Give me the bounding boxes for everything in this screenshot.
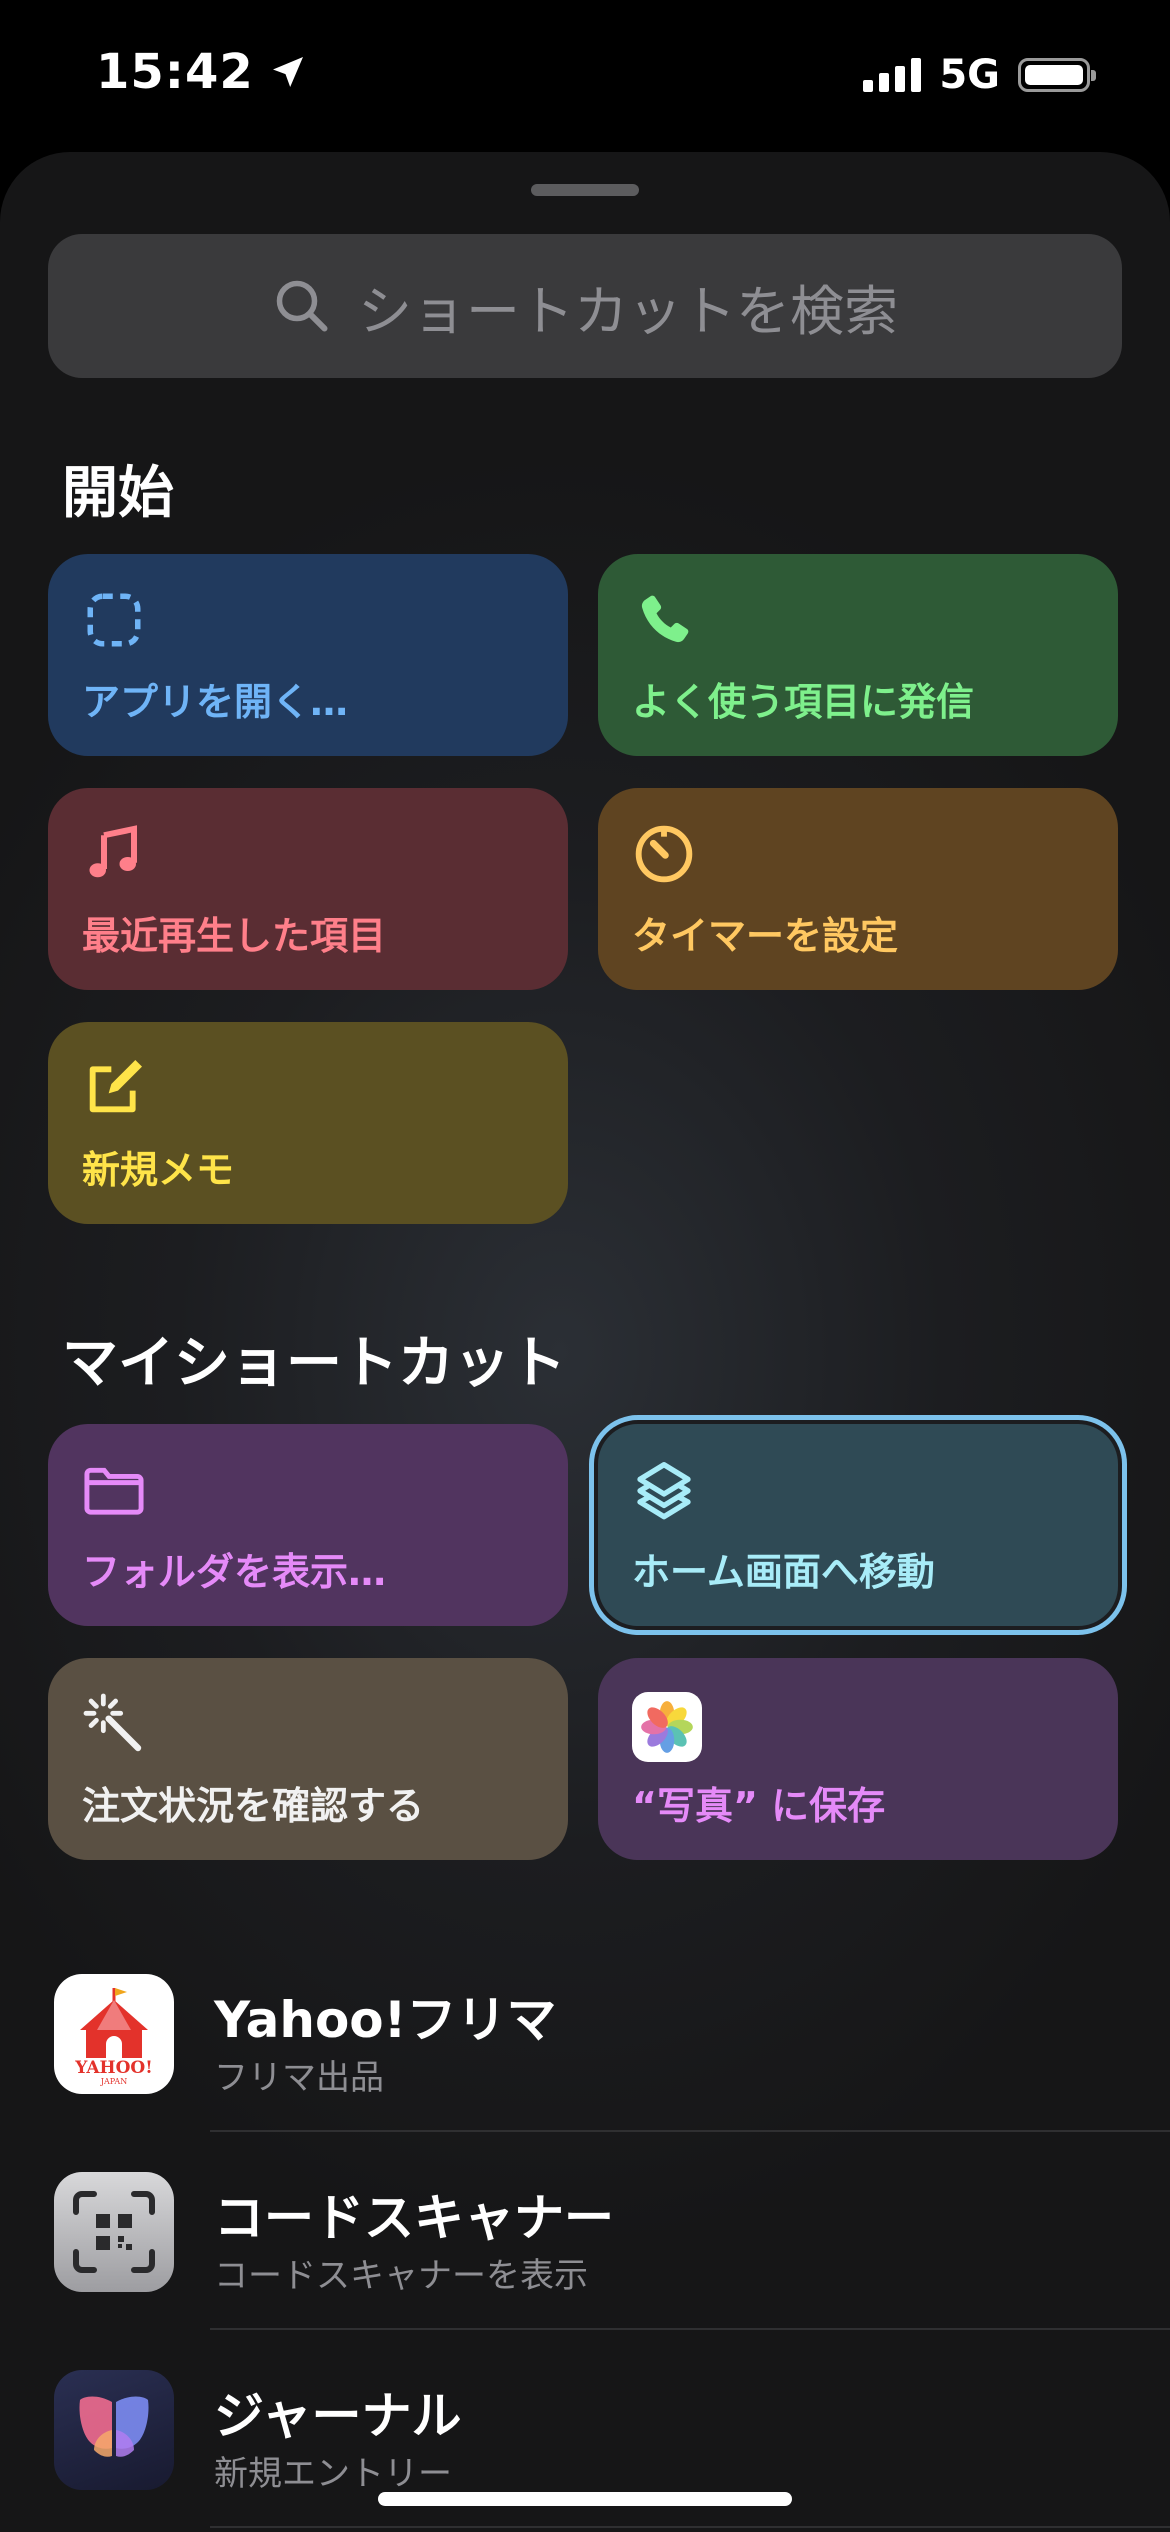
search-field[interactable]: ショートカットを検索: [48, 234, 1122, 378]
app-shortcut-row[interactable]: YAHOO! JAPAN Yahoo!フリマ フリマ出品: [0, 1952, 1170, 2150]
tile-label: 最近再生した項目: [82, 914, 387, 958]
list-divider: [210, 2328, 1170, 2330]
clock: 15:42: [96, 44, 254, 100]
list-divider: [210, 2526, 1170, 2528]
tile-label: アプリを開く…: [82, 680, 349, 724]
layers-icon: [632, 1458, 696, 1522]
timer-icon: [632, 822, 696, 886]
app-shortcut-row[interactable]: コードスキャナー コードスキャナーを表示: [0, 2150, 1170, 2348]
shortcuts-sheet: ショートカットを検索 開始 アプリを開く… よく使う項目に発信 最近再生した項目…: [0, 152, 1170, 2532]
status-bar: 15:42 5G: [0, 0, 1170, 150]
yahoo-logo-sub: JAPAN: [100, 2077, 128, 2086]
status-indicators: 5G: [863, 52, 1096, 98]
tile-label: フォルダを表示…: [82, 1550, 387, 1594]
photos-app-icon: [632, 1692, 702, 1762]
magic-wand-icon: [82, 1692, 146, 1756]
phone-icon: [632, 588, 696, 652]
compose-icon: [82, 1056, 146, 1120]
battery-icon: [1018, 58, 1096, 92]
tile-label: 注文状況を確認する: [82, 1784, 425, 1828]
status-time: 15:42: [96, 44, 308, 100]
section-title-my-shortcuts: マイショートカット: [62, 1331, 566, 1396]
tile-label: 新規メモ: [82, 1148, 235, 1192]
shortcut-tile-set-timer[interactable]: タイマーを設定: [598, 788, 1118, 990]
home-indicator[interactable]: [378, 2492, 792, 2506]
folder-icon: [82, 1458, 146, 1522]
app-title: ジャーナル: [214, 2387, 462, 2445]
journal-app-icon: [54, 2370, 174, 2490]
search-icon: [276, 280, 328, 332]
location-arrow-icon: [272, 57, 303, 87]
app-subtitle: フリマ出品: [214, 2058, 384, 2098]
tile-label: タイマーを設定: [632, 914, 899, 958]
shortcut-tile-new-note[interactable]: 新規メモ: [48, 1022, 568, 1224]
sheet-grabber[interactable]: [531, 184, 639, 196]
shortcut-tile-save-to-photos[interactable]: “写真” に保存: [598, 1658, 1118, 1860]
app-title: コードスキャナー: [214, 2189, 614, 2247]
search-placeholder: ショートカットを検索: [358, 279, 898, 343]
app-title: Yahoo!フリマ: [214, 1991, 557, 2049]
shortcut-tile-go-home-screen[interactable]: ホーム画面へ移動: [598, 1424, 1118, 1626]
shortcut-tile-call-favorite[interactable]: よく使う項目に発信: [598, 554, 1118, 756]
tile-label: “写真” に保存: [632, 1784, 886, 1828]
music-note-icon: [82, 822, 146, 886]
app-subtitle: 新規エントリー: [214, 2454, 452, 2494]
tile-label: ホーム画面へ移動: [632, 1550, 935, 1594]
tile-label: よく使う項目に発信: [632, 680, 975, 724]
list-divider: [210, 2130, 1170, 2132]
shortcut-tile-recently-played[interactable]: 最近再生した項目: [48, 788, 568, 990]
network-type: 5G: [939, 52, 1000, 98]
cellular-signal-icon: [863, 58, 922, 92]
dashed-square-icon: [82, 588, 146, 652]
shortcut-tile-open-app[interactable]: アプリを開く…: [48, 554, 568, 756]
code-scanner-app-icon: [54, 2172, 174, 2292]
shortcut-tile-show-folder[interactable]: フォルダを表示…: [48, 1424, 568, 1626]
shortcut-tile-check-order-status[interactable]: 注文状況を確認する: [48, 1658, 568, 1860]
section-title-start: 開始: [62, 461, 174, 526]
yahoo-flea-market-app-icon: YAHOO! JAPAN: [54, 1974, 174, 2094]
app-subtitle: コードスキャナーを表示: [214, 2256, 588, 2296]
yahoo-logo-text: YAHOO!: [75, 2058, 153, 2078]
